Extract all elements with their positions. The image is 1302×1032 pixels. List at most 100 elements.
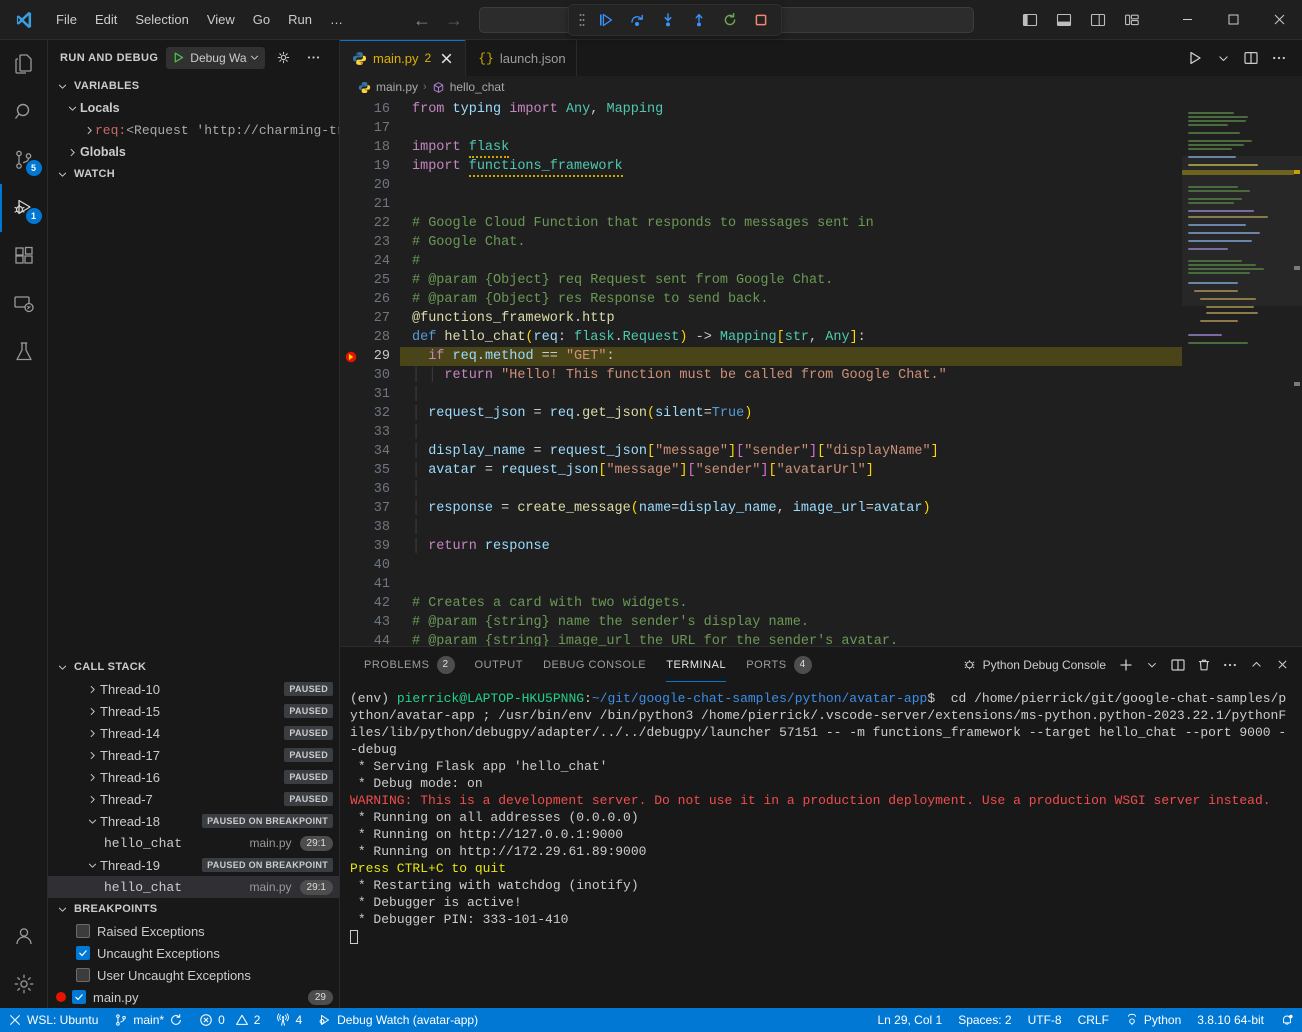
editor-scrollbar[interactable] xyxy=(1292,98,1302,646)
activity-item-extensions[interactable] xyxy=(0,232,48,280)
status-indentation[interactable]: Spaces: 2 xyxy=(950,1008,1019,1032)
status-interpreter[interactable]: 3.8.10 64-bit xyxy=(1189,1008,1272,1032)
code-editor[interactable]: 16171819202122232425262728 29 3031323334… xyxy=(340,98,1302,646)
breadcrumb-symbol[interactable]: hello_chat xyxy=(450,80,505,94)
panel-more-actions-icon[interactable] xyxy=(1218,653,1242,677)
sidebar-more-actions-icon[interactable] xyxy=(303,47,325,69)
window-close-button[interactable] xyxy=(1256,0,1302,40)
variables-scope-locals[interactable]: Locals xyxy=(48,97,339,119)
debug-continue-button[interactable] xyxy=(592,8,620,32)
activity-item-explorer[interactable] xyxy=(0,40,48,88)
call-stack-thread[interactable]: Thread-15 PAUSED xyxy=(48,700,339,722)
status-notifications[interactable] xyxy=(1272,1008,1302,1032)
toggle-panel-icon[interactable] xyxy=(1050,6,1078,34)
arrow-left-icon[interactable]: ← xyxy=(413,11,431,29)
start-debugging-icon[interactable] xyxy=(166,51,190,64)
run-python-file-icon[interactable] xyxy=(1182,45,1208,71)
status-remote-host[interactable]: WSL: Ubuntu xyxy=(0,1008,106,1032)
open-launch-json-icon[interactable] xyxy=(273,47,295,69)
call-stack-thread[interactable]: Thread-17 PAUSED xyxy=(48,744,339,766)
kill-terminal-icon[interactable] xyxy=(1192,653,1216,677)
menu-more[interactable]: … xyxy=(322,9,351,30)
status-ports[interactable]: 4 xyxy=(268,1008,310,1032)
minimap[interactable] xyxy=(1182,98,1302,646)
checkbox-checked[interactable] xyxy=(72,990,86,1004)
debug-restart-button[interactable] xyxy=(716,8,744,32)
status-cursor-position[interactable]: Ln 29, Col 1 xyxy=(869,1008,950,1032)
new-terminal-icon[interactable] xyxy=(1114,653,1138,677)
menu-selection[interactable]: Selection xyxy=(127,9,196,30)
close-panel-icon[interactable] xyxy=(1270,653,1294,677)
activity-item-search[interactable] xyxy=(0,88,48,136)
tab-close-icon[interactable] xyxy=(437,49,455,67)
activity-item-testing[interactable] xyxy=(0,328,48,376)
chevron-down-icon[interactable] xyxy=(247,52,263,63)
sync-icon[interactable] xyxy=(169,1013,183,1027)
toggle-primary-sidebar-icon[interactable] xyxy=(1016,6,1044,34)
panel-tab-debug-console[interactable]: DEBUG CONSOLE xyxy=(533,647,656,682)
checkbox-checked[interactable] xyxy=(76,946,90,960)
debug-step-into-button[interactable] xyxy=(654,8,682,32)
variable-row-req[interactable]: req: <Request 'http://charming-tro… xyxy=(48,119,339,141)
breakpoints-section-header[interactable]: BREAKPOINTS xyxy=(48,898,339,920)
watch-section-header[interactable]: WATCH xyxy=(48,163,339,185)
call-stack-frame-selected[interactable]: hello_chat main.py 29:1 xyxy=(48,876,339,898)
status-debug-session[interactable]: Debug Watch (avatar-app) xyxy=(310,1008,486,1032)
activity-item-manage-settings[interactable] xyxy=(0,960,48,1008)
variables-section-header[interactable]: VARIABLES xyxy=(48,75,339,97)
editor-glyph-margin[interactable] xyxy=(340,98,362,646)
menu-edit[interactable]: Edit xyxy=(87,9,125,30)
call-stack-thread[interactable]: Thread-7 PAUSED xyxy=(48,788,339,810)
activity-item-accounts[interactable] xyxy=(0,912,48,960)
maximize-panel-icon[interactable] xyxy=(1244,653,1268,677)
breakpoint-user-uncaught-exceptions[interactable]: User Uncaught Exceptions xyxy=(48,964,339,986)
split-terminal-icon[interactable] xyxy=(1166,653,1190,677)
status-branch[interactable]: main* xyxy=(106,1008,191,1032)
customize-layout-icon[interactable] xyxy=(1118,6,1146,34)
call-stack-thread[interactable]: Thread-16 PAUSED xyxy=(48,766,339,788)
debug-stop-button[interactable] xyxy=(747,8,775,32)
split-editor-icon[interactable] xyxy=(1238,45,1264,71)
drag-handle-icon[interactable] xyxy=(575,10,589,30)
activity-item-source-control[interactable]: 5 xyxy=(0,136,48,184)
call-stack-thread[interactable]: Thread-18 PAUSED ON BREAKPOINT xyxy=(48,810,339,832)
breakpoint-raised-exceptions[interactable]: Raised Exceptions xyxy=(48,920,339,942)
activity-item-remote-explorer[interactable] xyxy=(0,280,48,328)
panel-tab-terminal[interactable]: TERMINAL xyxy=(656,647,736,682)
menu-file[interactable]: File xyxy=(48,9,85,30)
checkbox[interactable] xyxy=(76,968,90,982)
status-problems[interactable]: 0 2 xyxy=(191,1008,268,1032)
tab-main-py[interactable]: main.py 2 xyxy=(340,40,466,76)
breakpoint-current-execution-icon[interactable] xyxy=(344,347,358,366)
activity-item-run-and-debug[interactable]: 1 xyxy=(0,184,48,232)
menu-run[interactable]: Run xyxy=(280,9,320,30)
debug-step-out-button[interactable] xyxy=(685,8,713,32)
debug-step-over-button[interactable] xyxy=(623,8,651,32)
editor-more-actions-icon[interactable] xyxy=(1266,45,1292,71)
toggle-secondary-sidebar-icon[interactable] xyxy=(1084,6,1112,34)
tab-launch-json[interactable]: {} launch.json xyxy=(466,40,576,76)
panel-tab-output[interactable]: OUTPUT xyxy=(465,647,534,682)
launch-configuration-select[interactable]: Debug Wa xyxy=(166,47,264,69)
call-stack-section-header[interactable]: CALL STACK xyxy=(48,656,339,678)
breakpoint-uncaught-exceptions[interactable]: Uncaught Exceptions xyxy=(48,942,339,964)
panel-tab-problems[interactable]: PROBLEMS 2 xyxy=(354,647,465,682)
chevron-down-icon[interactable] xyxy=(1140,653,1164,677)
window-maximize-button[interactable] xyxy=(1210,0,1256,40)
variables-scope-globals[interactable]: Globals xyxy=(48,141,339,163)
call-stack-frame[interactable]: hello_chat main.py 29:1 xyxy=(48,832,339,854)
window-minimize-button[interactable] xyxy=(1164,0,1210,40)
status-language-mode[interactable]: Python xyxy=(1117,1008,1189,1032)
terminal-output[interactable]: (env) pierrick@LAPTOP-HKU5PNNG:~/git/goo… xyxy=(340,682,1302,1008)
breadcrumb-file[interactable]: main.py xyxy=(376,80,418,94)
arrow-right-icon[interactable]: → xyxy=(445,11,463,29)
menu-go[interactable]: Go xyxy=(245,9,278,30)
call-stack-thread[interactable]: Thread-14 PAUSED xyxy=(48,722,339,744)
status-encoding[interactable]: UTF-8 xyxy=(1020,1008,1070,1032)
chevron-down-icon[interactable] xyxy=(1210,45,1236,71)
active-terminal-name[interactable]: Python Debug Console xyxy=(962,657,1106,672)
call-stack-thread[interactable]: Thread-10 PAUSED xyxy=(48,678,339,700)
panel-tab-ports[interactable]: PORTS 4 xyxy=(736,647,821,682)
code-content[interactable]: from typing import Any, Mapping import f… xyxy=(400,98,1182,646)
breakpoint-main-py[interactable]: main.py 29 xyxy=(48,986,339,1008)
